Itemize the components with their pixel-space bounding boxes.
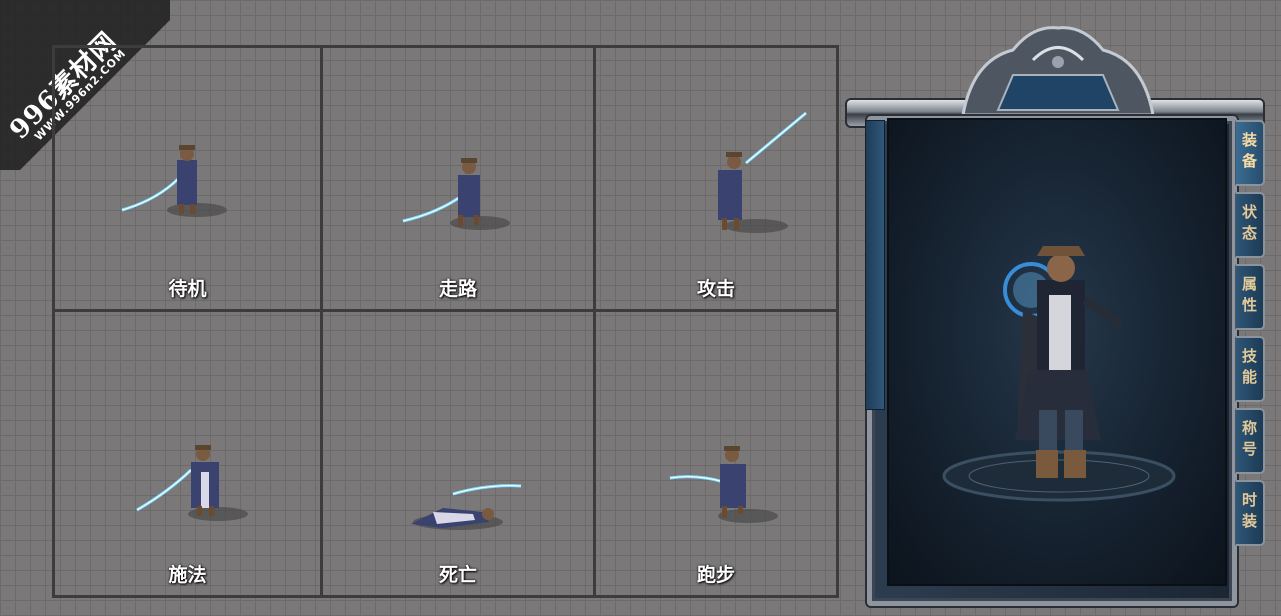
animation-label: 待机 [168, 278, 207, 300]
frame-left-ribbon [865, 120, 885, 410]
tab-skills[interactable]: 技能 [1235, 336, 1265, 402]
character-portrait [887, 118, 1227, 586]
character-run-sprite [669, 446, 778, 523]
character-cast-sprite [136, 445, 248, 521]
animation-cell-run[interactable]: 跑步 [596, 312, 836, 595]
tab-attributes[interactable]: 属性 [1235, 264, 1265, 330]
frame-crest-ornament [961, 26, 1155, 117]
character-death-sprite [411, 484, 522, 530]
animation-label: 走路 [438, 278, 477, 300]
character-idle-sprite [121, 145, 227, 217]
animation-cell-walk[interactable]: 走路 [323, 48, 596, 312]
tab-titles[interactable]: 称号 [1235, 408, 1265, 474]
tab-fashion[interactable]: 时装 [1235, 480, 1265, 546]
animation-label: 攻击 [696, 278, 735, 300]
animation-label: 死亡 [438, 564, 477, 586]
animation-cell-idle[interactable]: 待机 [55, 48, 323, 312]
animation-cell-attack[interactable]: 攻击 [596, 48, 836, 312]
side-tab-bar: 装备 状态 属性 技能 称号 时装 [1235, 120, 1265, 560]
animation-cell-cast[interactable]: 施法 [55, 312, 323, 595]
animation-label: 施法 [168, 564, 207, 586]
character-panel: 装备 状态 属性 技能 称号 时装 [845, 20, 1281, 616]
character-walk-sprite [402, 158, 510, 230]
animation-cell-death[interactable]: 死亡 [323, 312, 596, 595]
animation-label: 跑步 [696, 564, 735, 586]
tab-status[interactable]: 状态 [1235, 192, 1265, 258]
animation-grid: 待机 走路 攻击 施法 死亡 跑步 [52, 45, 839, 598]
tab-equipment[interactable]: 装备 [1235, 120, 1265, 186]
character-model [942, 246, 1176, 502]
character-attack-sprite [718, 111, 807, 233]
